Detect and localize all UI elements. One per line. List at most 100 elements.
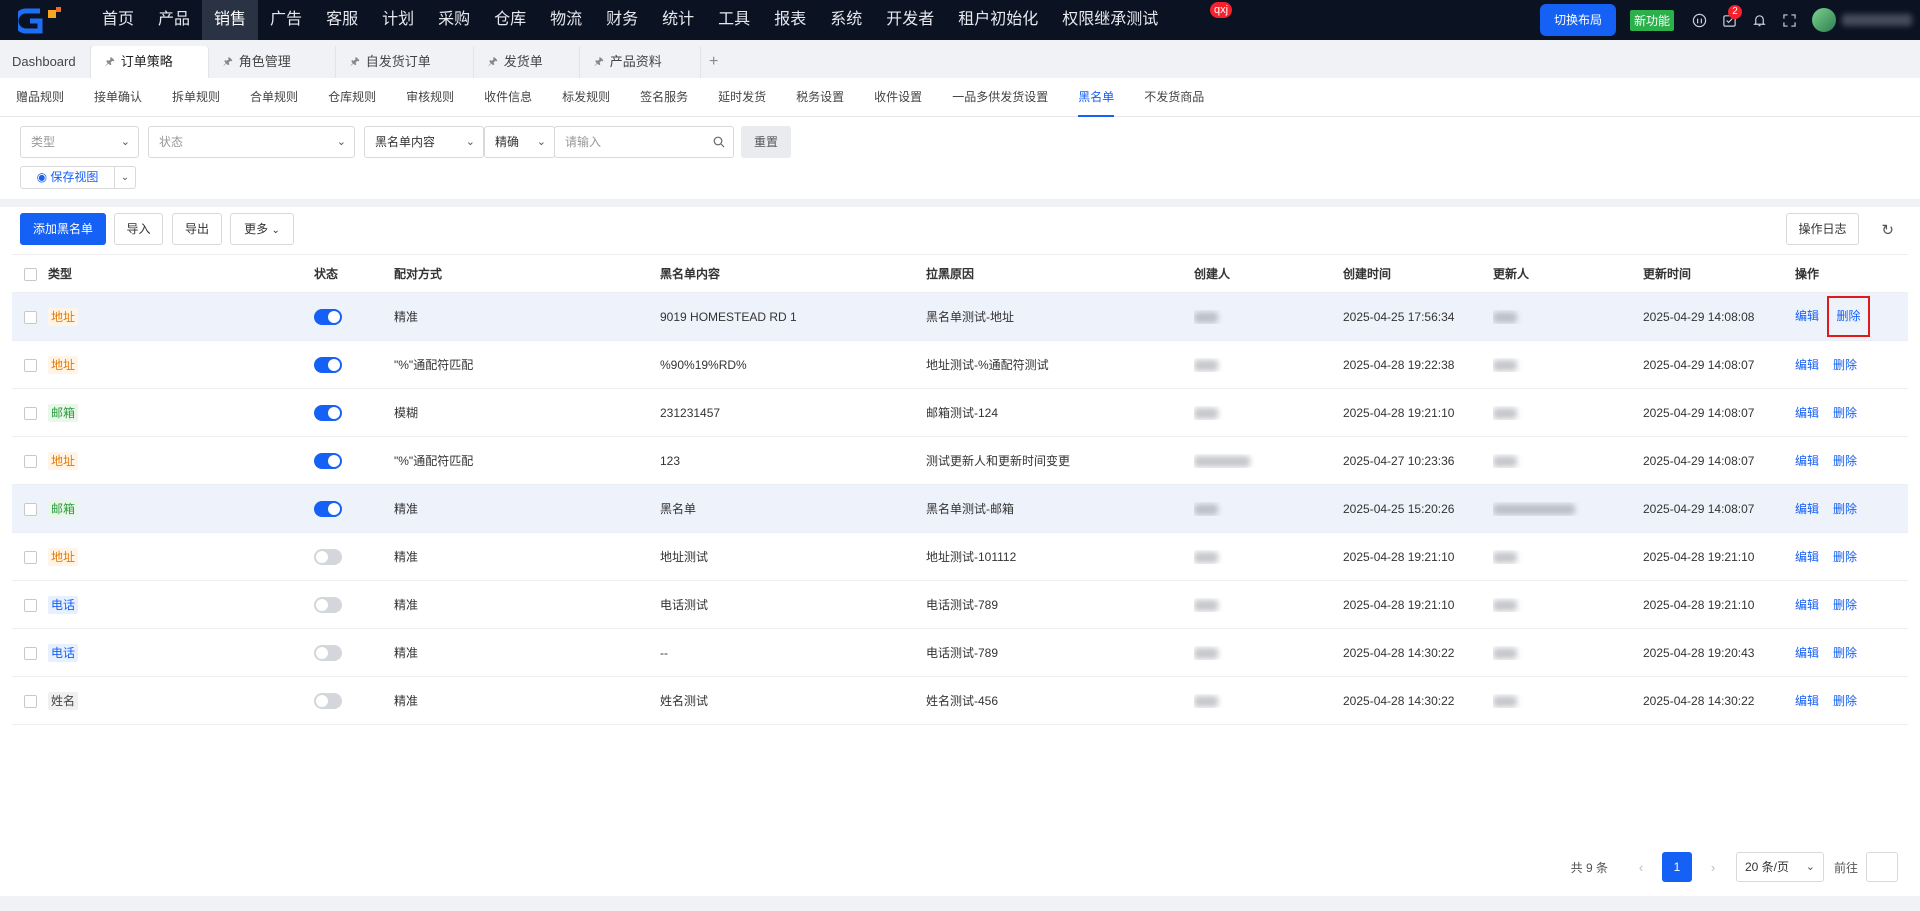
subtab-13[interactable]: 黑名单 (1078, 78, 1115, 117)
subtab-5[interactable]: 审核规则 (406, 78, 454, 117)
delete-link[interactable]: 删除 (1833, 550, 1857, 564)
goto-page-input[interactable] (1866, 852, 1898, 882)
type-select[interactable]: 类型 ⌄ (20, 126, 139, 158)
tab-dashboard[interactable]: Dashboard (0, 46, 91, 78)
nav-item-5[interactable]: 计划 (370, 0, 426, 40)
subtab-2[interactable]: 拆单规则 (172, 78, 220, 117)
nav-item-9[interactable]: 财务 (594, 0, 650, 40)
operation-log-button[interactable]: 操作日志 (1786, 213, 1859, 245)
add-blacklist-button[interactable]: 添加黑名单 (20, 213, 106, 245)
nav-item-15[interactable]: 租户初始化 (946, 0, 1050, 40)
table-row[interactable]: 邮箱 模糊 231231457 邮箱测试-124 2025-04-28 19:21:10… (12, 389, 1908, 437)
delete-link[interactable]: 删除 (1833, 454, 1857, 468)
search-icon[interactable] (713, 127, 725, 160)
bell-icon[interactable] (1744, 0, 1774, 40)
subtab-11[interactable]: 收件设置 (874, 78, 922, 117)
delete-link[interactable]: 删除 (1833, 502, 1857, 516)
subtab-8[interactable]: 签名服务 (640, 78, 688, 117)
table-row[interactable]: 邮箱 精准 黑名单 黑名单测试-邮箱 2025-04-25 15:20:26 2025-0… (12, 485, 1908, 533)
row-checkbox[interactable] (12, 357, 48, 372)
edit-link[interactable]: 编辑 (1795, 358, 1819, 372)
row-checkbox[interactable] (12, 405, 48, 420)
nav-item-8[interactable]: 物流 (538, 0, 594, 40)
nav-item-6[interactable]: 采购 (426, 0, 482, 40)
add-tab-button[interactable]: + (701, 46, 727, 78)
nav-item-2[interactable]: 销售 (202, 0, 259, 40)
refresh-icon[interactable]: ↻ (1881, 221, 1894, 239)
nav-item-7[interactable]: 仓库 (482, 0, 538, 40)
delete-link[interactable]: 删除 (1833, 694, 1857, 708)
delete-link[interactable]: 删除 (1833, 358, 1857, 372)
nav-item-14[interactable]: 开发者 (874, 0, 946, 40)
delete-link[interactable]: 删除 (1833, 598, 1857, 612)
match-select[interactable]: 精确 ⌄ (484, 126, 555, 158)
save-view-main[interactable]: ◉ 保存视图 (21, 167, 115, 188)
page-1-button[interactable]: 1 (1661, 852, 1692, 882)
avatar[interactable] (1812, 8, 1836, 32)
status-toggle[interactable] (314, 596, 342, 613)
row-checkbox[interactable] (12, 309, 48, 324)
more-button[interactable]: 更多 ⌄ (230, 213, 294, 245)
table-row[interactable]: 地址 精准 地址测试 地址测试-101112 2025-04-28 19:21:10 20… (12, 533, 1908, 581)
nav-item-10[interactable]: 统计 (650, 0, 706, 40)
user-name-redacted[interactable] (1842, 14, 1912, 26)
nav-item-12[interactable]: 报表 (762, 0, 818, 40)
status-toggle[interactable] (314, 308, 342, 325)
status-toggle[interactable] (314, 500, 342, 517)
edit-link[interactable]: 编辑 (1795, 550, 1819, 564)
tab-order-strategy[interactable]: 🖈 订单策略 (90, 46, 209, 78)
next-page-icon[interactable]: › (1698, 860, 1728, 875)
subtab-9[interactable]: 延时发货 (718, 78, 766, 117)
reset-button[interactable]: 重置 (741, 126, 791, 158)
subtab-6[interactable]: 收件信息 (484, 78, 532, 117)
task-icon[interactable]: 2 (1714, 0, 1744, 40)
table-row[interactable]: 电话 精准 电话测试 电话测试-789 2025-04-28 19:21:10 2025-… (12, 581, 1908, 629)
nav-item-3[interactable]: 广告 (258, 0, 314, 40)
tab-self-ship-orders[interactable]: 🖈 自发货订单 (336, 46, 474, 78)
status-toggle[interactable] (314, 356, 342, 373)
field-select[interactable]: 黑名单内容 ⌄ (364, 126, 484, 158)
row-checkbox[interactable] (12, 501, 48, 516)
status-select[interactable]: 状态 ⌄ (148, 126, 355, 158)
subtab-7[interactable]: 标发规则 (562, 78, 610, 117)
tab-product-info[interactable]: 🖈 产品资料 (580, 46, 701, 78)
status-toggle[interactable] (314, 548, 342, 565)
nav-item-4[interactable]: 客服 (314, 0, 370, 40)
page-size-select[interactable]: 20 条/页 ⌄ (1735, 852, 1824, 882)
nav-item-11[interactable]: 工具 (706, 0, 762, 40)
subtab-0[interactable]: 赠品规则 (16, 78, 64, 117)
tab-role-management[interactable]: 🖈 角色管理 (209, 46, 336, 78)
prev-page-icon[interactable]: ‹ (1626, 860, 1656, 875)
row-checkbox[interactable] (12, 549, 48, 564)
row-checkbox[interactable] (12, 453, 48, 468)
edit-link[interactable]: 编辑 (1795, 694, 1819, 708)
edit-link[interactable]: 编辑 (1795, 309, 1819, 323)
edit-link[interactable]: 编辑 (1795, 454, 1819, 468)
status-toggle[interactable] (314, 644, 342, 661)
row-checkbox[interactable] (12, 597, 48, 612)
fullscreen-icon[interactable] (1774, 0, 1804, 40)
status-toggle[interactable] (314, 692, 342, 709)
status-toggle[interactable] (314, 452, 342, 469)
subtab-1[interactable]: 接单确认 (94, 78, 142, 117)
table-row[interactable]: 地址 "%"通配符匹配 123 测试更新人和更新时间变更 2025-04-27 10:2… (12, 437, 1908, 485)
save-view-button[interactable]: ◉ 保存视图 ⌄ (20, 166, 136, 189)
subtab-14[interactable]: 不发货商品 (1144, 78, 1204, 117)
subtab-10[interactable]: 税务设置 (796, 78, 844, 117)
export-button[interactable]: 导出 (172, 213, 222, 245)
delete-link[interactable]: 删除 (1833, 646, 1857, 660)
app-logo[interactable] (0, 0, 90, 40)
import-button[interactable]: 导入 (114, 213, 163, 245)
switch-layout-button[interactable]: 切换布局 (1539, 4, 1616, 36)
table-row[interactable]: 地址 "%"通配符匹配 %90%19%RD% 地址测试-%通配符测试 2025-04-2… (12, 341, 1908, 389)
edit-link[interactable]: 编辑 (1795, 598, 1819, 612)
chevron-down-icon[interactable]: ⌄ (115, 172, 135, 183)
row-checkbox[interactable] (12, 693, 48, 708)
subtab-12[interactable]: 一品多供发货设置 (952, 78, 1048, 117)
tab-shipping-orders[interactable]: 🖈 发货单 (474, 46, 580, 78)
delete-link[interactable]: 删除 (1827, 296, 1871, 337)
nav-item-13[interactable]: 系统 (818, 0, 874, 40)
nav-item-1[interactable]: 产品 (146, 0, 202, 40)
new-feature-badge[interactable]: 新功能 (1629, 9, 1674, 31)
search-input[interactable]: 请输入 (554, 126, 734, 158)
